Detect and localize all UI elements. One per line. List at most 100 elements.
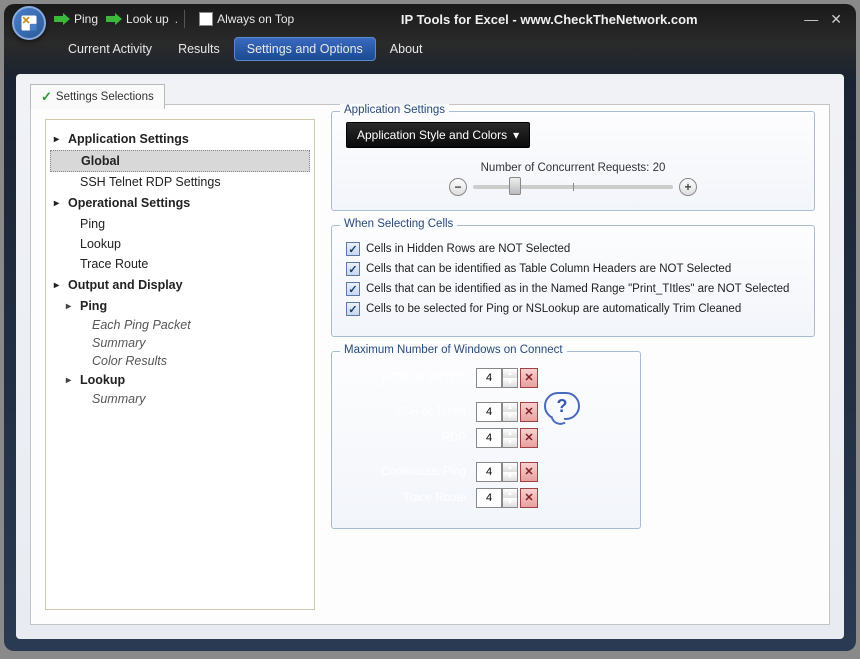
toolbar-lookup-button[interactable]: Look up	[106, 12, 169, 26]
fieldset-app-settings: Application Settings Application Style a…	[331, 111, 815, 211]
fieldset-max-windows: Maximum Number of Windows on Connect HTT…	[331, 351, 641, 529]
window-controls: — ✕	[804, 11, 848, 28]
spin-buttons: ▲▼	[502, 462, 518, 482]
spin-clear[interactable]: ✕	[520, 428, 538, 448]
spin-down[interactable]: ▼	[503, 412, 517, 421]
spin-label: RDP	[346, 432, 466, 444]
legend-app-settings: Application Settings	[340, 104, 449, 116]
spin-input[interactable]	[476, 462, 502, 482]
checkbox-hidden-rows[interactable]: ✓	[346, 242, 360, 256]
spin-clear[interactable]: ✕	[520, 488, 538, 508]
tree-each-ping-packet[interactable]: Each Ping Packet	[50, 316, 310, 334]
tree-ping-output[interactable]: Ping	[50, 296, 310, 316]
tree-operational-settings[interactable]: Operational Settings	[50, 192, 310, 214]
tree-app-settings[interactable]: Application Settings	[50, 128, 310, 150]
spin-row: Continuous Ping ▲▼✕	[346, 462, 626, 482]
toolbar-ping-button[interactable]: Ping	[54, 12, 98, 26]
menubar: Current Activity Results Settings and Op…	[4, 34, 856, 64]
tree-summary[interactable]: Summary	[50, 334, 310, 352]
tree-global[interactable]: Global	[50, 150, 310, 172]
spin-down[interactable]: ▼	[503, 378, 517, 387]
spin-down[interactable]: ▼	[503, 438, 517, 447]
checkbox-column-headers[interactable]: ✓	[346, 262, 360, 276]
tab-header: ✓ Settings Selections	[30, 84, 165, 109]
spin-row: Trace Route ▲▼✕	[346, 488, 626, 508]
spin-input[interactable]	[476, 368, 502, 388]
spin-label: Trace Route	[346, 492, 466, 504]
spin-row: RDP ▲▼✕	[346, 428, 626, 448]
spin-down[interactable]: ▼	[503, 472, 517, 481]
arrow-right-icon	[106, 13, 122, 25]
window-title: IP Tools for Excel - www.CheckTheNetwork…	[294, 12, 804, 27]
slider-thumb[interactable]	[509, 177, 521, 195]
tab-label: Settings Selections	[56, 91, 154, 103]
tree-output-display[interactable]: Output and Display	[50, 274, 310, 296]
menu-results[interactable]: Results	[166, 38, 232, 60]
cb-label: Cells to be selected for Ping or NSLooku…	[366, 303, 741, 315]
minimize-button[interactable]: —	[804, 11, 818, 28]
always-on-top-toggle[interactable]: Always on Top	[199, 12, 294, 26]
arrow-right-icon	[54, 13, 70, 25]
tree-lookup-summary[interactable]: Summary	[50, 390, 310, 408]
spin-up[interactable]: ▲	[503, 489, 517, 498]
spin-input[interactable]	[476, 402, 502, 422]
tree-lookup-output[interactable]: Lookup	[50, 370, 310, 390]
slider-decrement[interactable]: −	[449, 178, 467, 196]
spin-buttons: ▲▼	[502, 402, 518, 422]
app-style-colors-button[interactable]: Application Style and Colors ▾	[346, 122, 530, 148]
spin-label: SSH or Telnet	[346, 406, 466, 418]
spin-buttons: ▲▼	[502, 368, 518, 388]
style-btn-label: Application Style and Colors	[357, 128, 507, 142]
content-area: ✓ Settings Selections Application Settin…	[16, 74, 844, 639]
slider-track[interactable]	[473, 185, 673, 189]
checkbox-trim-cleaned[interactable]: ✓	[346, 302, 360, 316]
always-on-top-label: Always on Top	[217, 12, 294, 26]
menu-current-activity[interactable]: Current Activity	[56, 38, 164, 60]
menu-settings-options[interactable]: Settings and Options	[234, 37, 376, 61]
help-button[interactable]: ?	[544, 392, 580, 420]
spin-input[interactable]	[476, 488, 502, 508]
spin-row: HTTP or HTTPS ▲▼✕	[346, 368, 626, 388]
toolbar-ping-label: Ping	[74, 12, 98, 26]
checkbox-print-titles[interactable]: ✓	[346, 282, 360, 296]
spin-buttons: ▲▼	[502, 428, 518, 448]
fieldset-selecting-cells: When Selecting Cells ✓Cells in Hidden Ro…	[331, 225, 815, 337]
titlebar: Ping Look up . Always on Top IP Tools fo…	[4, 4, 856, 34]
spin-up[interactable]: ▲	[503, 369, 517, 378]
right-pane: Application Settings Application Style a…	[325, 105, 829, 624]
close-button[interactable]: ✕	[830, 11, 842, 28]
spin-input[interactable]	[476, 428, 502, 448]
tree-lookup[interactable]: Lookup	[50, 234, 310, 254]
spin-label: HTTP or HTTPS	[346, 372, 466, 384]
spin-label: Continuous Ping	[346, 466, 466, 478]
toolbar-lookup-label: Look up	[126, 12, 169, 26]
tree-ping[interactable]: Ping	[50, 214, 310, 234]
spin-row: SSH or Telnet ▲▼✕	[346, 402, 626, 422]
spin-buttons: ▲▼	[502, 488, 518, 508]
checkbox-icon	[199, 12, 213, 26]
app-icon	[12, 6, 46, 40]
spin-up[interactable]: ▲	[503, 429, 517, 438]
spin-up[interactable]: ▲	[503, 463, 517, 472]
tree-trace-route[interactable]: Trace Route	[50, 254, 310, 274]
tree-ssh-telnet-rdp[interactable]: SSH Telnet RDP Settings	[50, 172, 310, 192]
menu-about[interactable]: About	[378, 38, 435, 60]
cb-label: Cells that can be identified as Table Co…	[366, 263, 731, 275]
spin-down[interactable]: ▼	[503, 498, 517, 507]
app-window: Ping Look up . Always on Top IP Tools fo…	[4, 4, 856, 651]
spin-clear[interactable]: ✕	[520, 462, 538, 482]
concurrent-requests-label: Number of Concurrent Requests: 20	[346, 162, 800, 174]
legend-max-windows: Maximum Number of Windows on Connect	[340, 344, 567, 356]
tree-color-results[interactable]: Color Results	[50, 352, 310, 370]
spin-up[interactable]: ▲	[503, 403, 517, 412]
slider-increment[interactable]: +	[679, 178, 697, 196]
spin-clear[interactable]: ✕	[520, 402, 538, 422]
settings-tree: Application Settings Global SSH Telnet R…	[45, 119, 315, 610]
spin-clear[interactable]: ✕	[520, 368, 538, 388]
toolbar-separator	[184, 10, 185, 28]
concurrent-requests-control: Number of Concurrent Requests: 20 − +	[346, 162, 800, 196]
chevron-down-icon: ▾	[513, 128, 519, 142]
cb-label: Cells that can be identified as in the N…	[366, 283, 789, 295]
tab-settings-selections[interactable]: ✓ Settings Selections	[30, 84, 165, 109]
legend-selecting-cells: When Selecting Cells	[340, 218, 457, 230]
